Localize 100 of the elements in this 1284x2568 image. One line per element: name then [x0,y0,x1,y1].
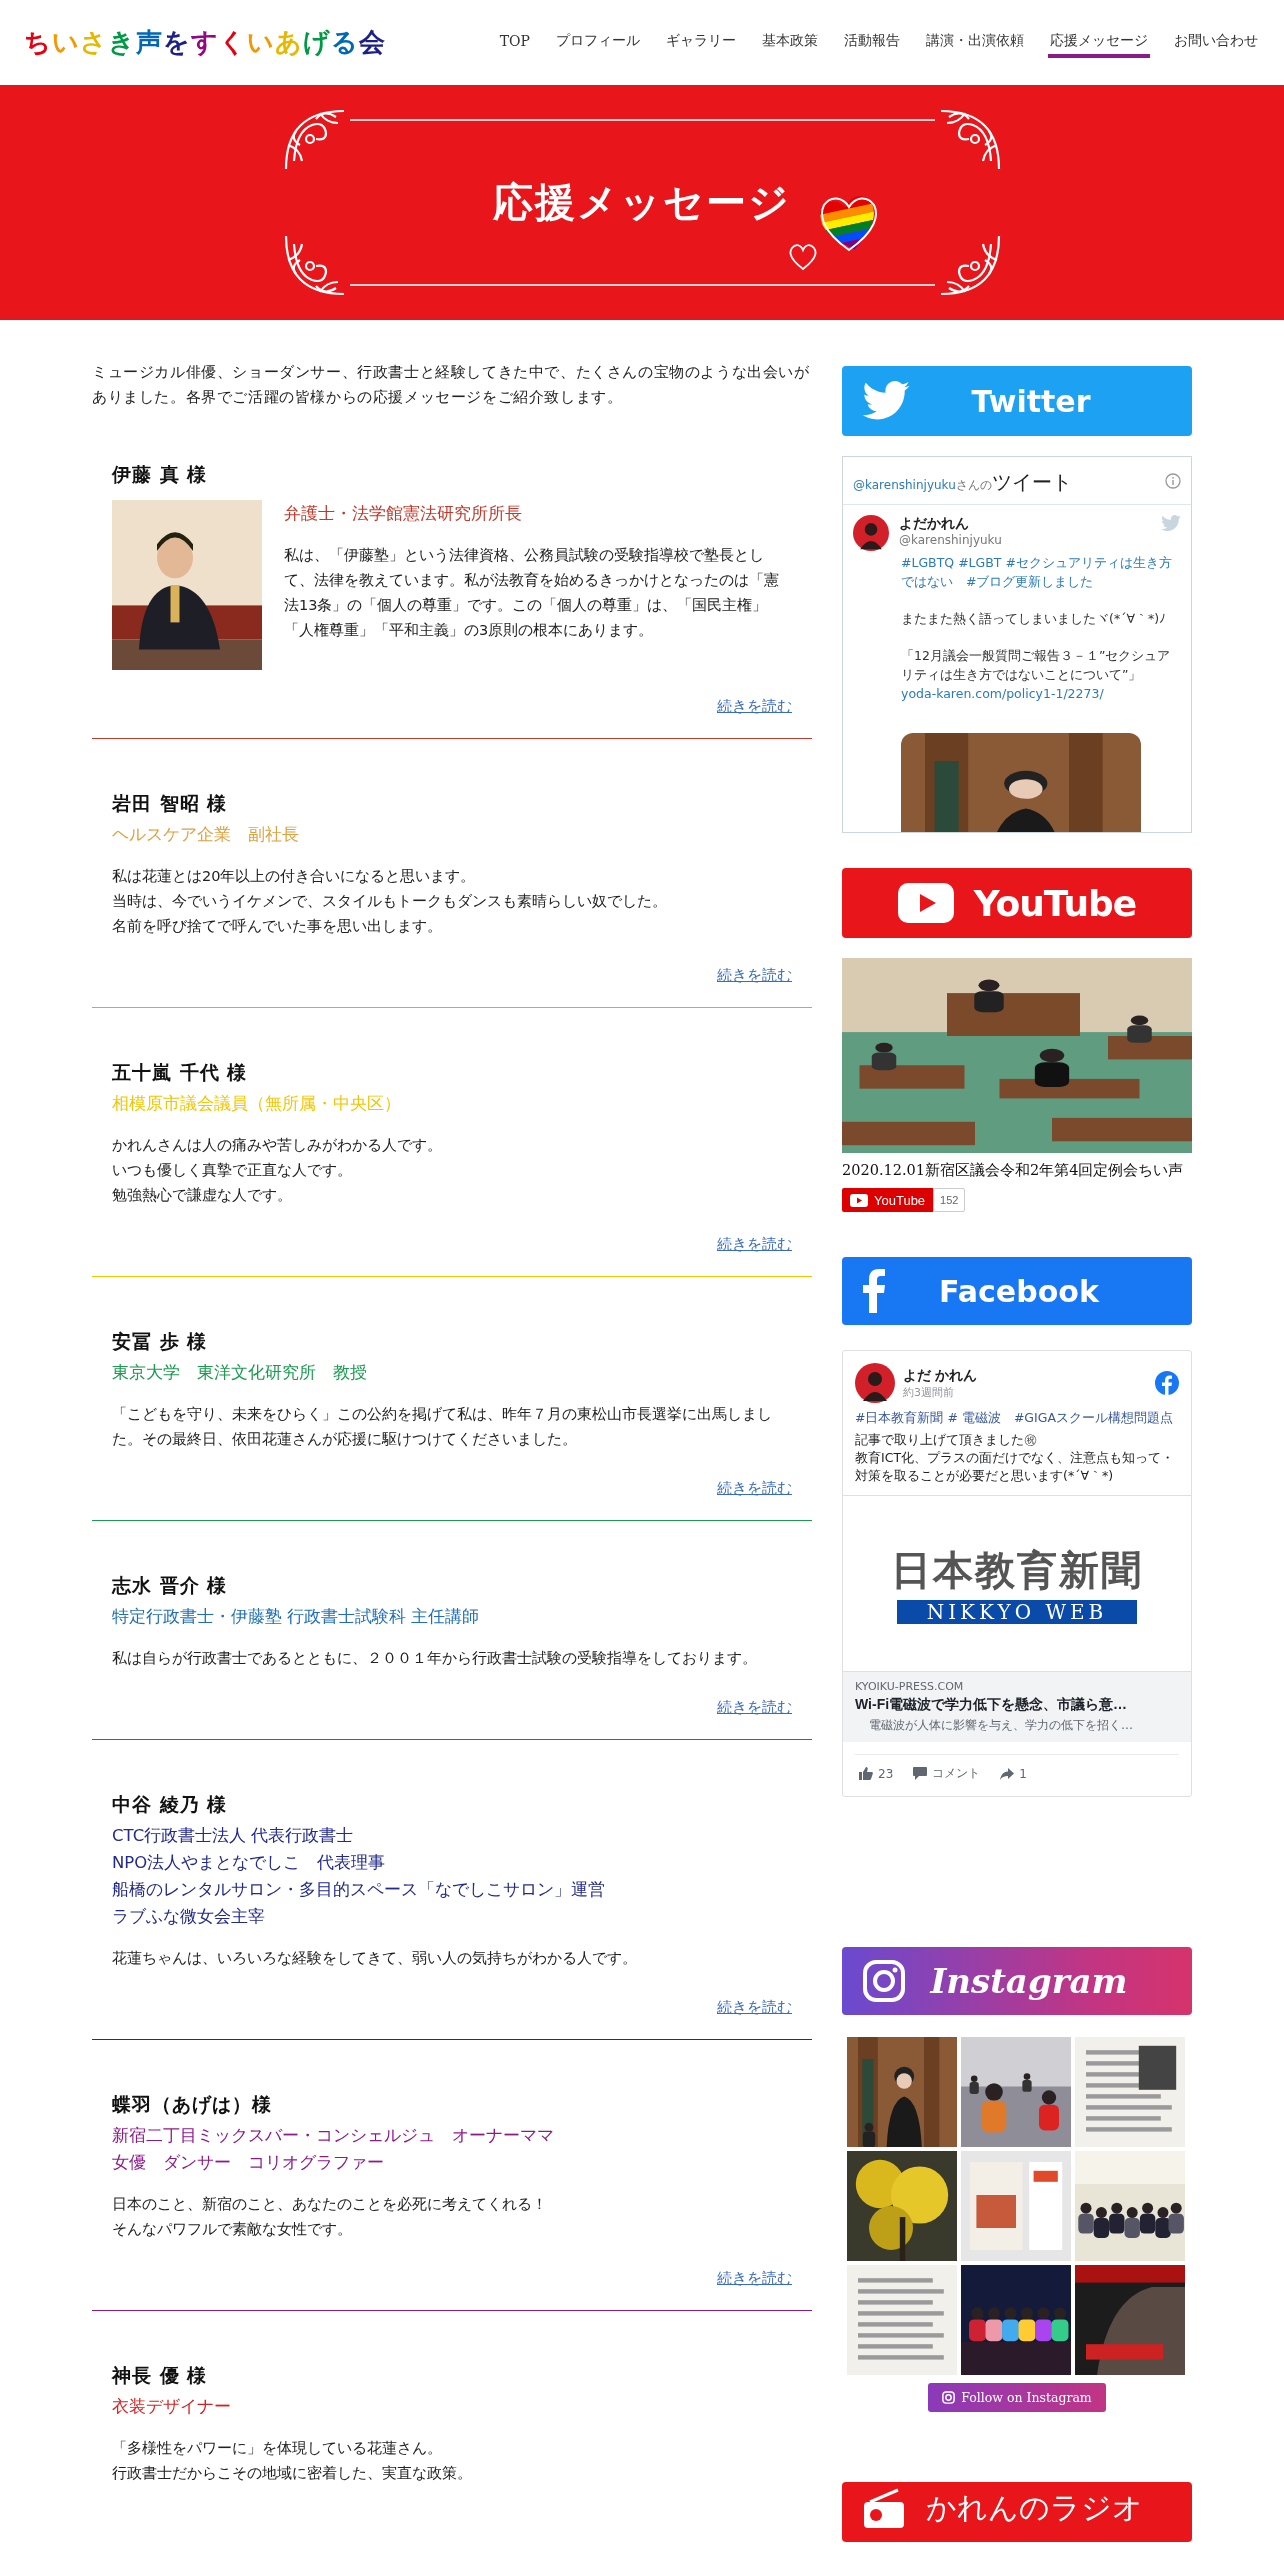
post-time: 約3週間前 [903,1384,955,1400]
nav-link[interactable]: 応援メッセージ [1048,27,1150,58]
message-text: 行政書士だからこその地域に密着した、実直な政策。 [112,2464,473,2483]
read-more-link[interactable]: 続きを読む [717,2270,792,2286]
read-more-link[interactable]: 続きを読む [717,967,792,983]
message-text: 当時は、今でいうイケメンで、スタイルもトークもダンスも素晴らしい奴でした。 [112,892,668,911]
person-title: CTC行政書士法人 代表行政書士 [112,1825,355,1847]
banner-label: Twitter [970,383,1092,419]
link-headline: Wi-Fi電磁波で学力低下を懸念、市議ら意… [855,1696,1129,1714]
camera-icon [862,1959,906,2003]
radio-icon [862,2488,906,2528]
nav-link[interactable]: ギャラリー [664,27,738,58]
message-text: 「こどもを守り、未来をひらく」この公約を掲げて私は、昨年７月の東松山市長選挙に出馬しました。その最終日、依田花蓮さんが応援に駆けつけてくださいました。 [112,1405,773,1449]
speech-bubble-icon [913,1767,928,1780]
banner-label: Instagram [928,1961,1129,2001]
hashtag-text[interactable]: #LGBTQ #LGBT #セクシュアリティは生き方ではない #ブログ更新しました [901,553,1181,591]
camera-icon [942,2391,956,2404]
person-name: 神長 優 様 [112,2363,209,2388]
message-text: 私は、「伊藤塾」という法律資格、公務員試験の受験指導校で塾長として、法律を教えています。私が法教育を始めるきっかけとなったのは「憲法13条」の「個人の尊重」です。この「個人の尊重」は、「国民主権」「人権尊重」「平和主義」の3原則の根本にあります。 [284,546,780,640]
like-button[interactable]: 23 [859,1766,894,1781]
share-button[interactable]: 1 [1000,1766,1027,1781]
nav-link[interactable]: TOP [497,28,532,57]
person-title: 相模原市議会議員（無所属・中央区） [112,1093,402,1115]
banner-label: Facebook [938,1273,1100,1309]
page-title: 応援メッセージ [493,178,791,227]
tweet-text: 「12月議会一般質問ご報告３－１”セクシュアリティは生き方ではないことについて”」 [901,647,1172,684]
info-icon[interactable] [1165,473,1181,489]
author-name: よだかれん [899,515,970,533]
author-name: よだ かれん [903,1366,978,1385]
person-title: 衣装デザイナー [112,2396,232,2418]
subscriber-count: 152 [933,1188,966,1212]
instagram-banner[interactable]: Instagram [842,1947,1192,2015]
person-name: 岩田 智昭 様 [112,791,229,816]
person-title: 東京大学 東洋文化研究所 教授 [112,1362,368,1384]
nav-link[interactable]: お問い合わせ [1172,27,1260,58]
read-more-link[interactable]: 続きを読む [717,1236,792,1252]
message-text: 花蓮ちゃんは、いろいろな経験をしてきて、弱い人の気持ちがわかる人です。 [112,1949,638,1968]
subscribe-button[interactable]: YouTube [842,1188,934,1212]
site-logo[interactable]: ち い さ き 声をす く いあげる会 [24,25,386,60]
thumbs-up-icon [859,1767,873,1780]
banner-label: YouTube [973,882,1137,924]
news-logo-subtitle: NIKKYO WEB [897,1600,1137,1624]
nav-link[interactable]: 基本政策 [760,27,820,58]
link-description: 電磁波が人体に影響を与え、学力の低下を招く… [868,1717,1134,1734]
person-name: 安冨 歩 様 [112,1329,209,1354]
avatar-icon [853,515,889,551]
nav-link[interactable]: 講演・出演依頼 [924,27,1026,58]
post-text: 教育ICT化、プラスの面だけでなく、注意点も知って・対策を取ることが必要だと思います(*´∀｀*) [855,1449,1176,1485]
post-text: 記事で取り上げて頂きました㊗ [855,1431,1038,1449]
message-text: 私は花蓮とは20年以上の付き合いになると思います。 [112,867,477,886]
video-title[interactable]: 2020.12.01新宿区議会令和2年第4回定例会ちい声 [842,1161,1192,1180]
person-name: 五十嵐 千代 様 [112,1060,249,1085]
person-title: 船橋のレンタルサロン・多目的スペース「なでしこサロン」運営 [112,1879,606,1901]
read-more-link[interactable]: 続きを読む [717,1699,792,1715]
message-text: そんなパワフルで素敵な女性です。 [112,2220,353,2239]
person-name: 蝶羽（あげは）様 [112,2092,273,2117]
read-more-link[interactable]: 続きを読む [717,698,792,714]
youtube-banner[interactable]: YouTube [842,868,1192,938]
person-title: ヘルスケア企業 副社長 [112,824,300,846]
message-text: 「多様性をパワーに」を体現している花蓮さん。 [112,2439,443,2458]
comment-button[interactable]: コメント [913,1765,981,1782]
person-title: 女優 ダンサー コリオグラファー [112,2152,385,2174]
facebook-icon [1155,1371,1179,1395]
handle-suffix: さんの [955,478,992,494]
link-domain: KYOIKU-PRESS.COM [855,1680,965,1693]
message-text: 日本のこと、新宿のこと、あなたのことを必死に考えてくれる！ [112,2195,548,2214]
tweet-link[interactable]: yoda-karen.com/policy1-1/2273/ [901,684,1181,703]
nav-link[interactable]: 活動報告 [842,27,902,58]
read-more-link[interactable]: 続きを読む [717,1999,792,2015]
radio-banner[interactable]: かれんのラジオ [842,2482,1192,2542]
play-icon [850,1193,868,1207]
handle-link[interactable]: @karenshinjyuku [853,478,956,492]
person-name: 中谷 綾乃 様 [112,1792,229,1817]
person-name: 志水 晋介 様 [112,1573,229,1598]
message-text: 勉強熱心で謙虚な人です。 [112,1186,293,1205]
intro-text: ミュージカル俳優、ショーダンサー、行政書士と経験してきた中で、たくさんの宝物のような出会いがありました。各界でご活躍の皆様からの応援メッセージをご紹介致します。 [92,363,811,407]
message-text: いつも優しく真摯で正直な人です。 [112,1161,353,1180]
message-text: 名前を呼び捨てで呼んでいた事を思い出します。 [112,917,443,936]
facebook-banner[interactable]: Facebook [842,1257,1192,1325]
message-text: 私は自らが行政書士であるとともに、２００１年から行政書士試験の受験指導をしております。 [112,1649,758,1668]
play-icon [897,883,954,923]
bird-icon [1161,515,1181,532]
hashtag-text[interactable]: #日本教育新聞 # 電磁波 #GIGAスクール構想問題点 [855,1409,1179,1427]
follow-button[interactable]: Follow on Instagram [928,2383,1106,2412]
link-preview-image[interactable]: 日本教育新聞 NIKKYO WEB [843,1495,1191,1671]
banner-label: かれんのラジオ [926,2489,1143,2527]
author-handle: @karenshinjyuku [899,533,1003,547]
timeline-heading: ツイート [991,469,1073,496]
news-logo-title: 日本教育新聞 [891,1545,1143,1595]
person-title: 特定行政書士・伊藤塾 行政書士試験科 主任講師 [112,1606,481,1628]
f-logo-icon [862,1269,886,1313]
nav-link[interactable]: プロフィール [554,27,642,58]
read-more-link[interactable]: 続きを読む [717,1480,792,1496]
person-name: 伊藤 真 様 [112,462,209,487]
avatar-icon [855,1363,895,1403]
tweet-text: またまた熱く語ってしまいましたヾ(*´∀｀*)ﾉ [901,610,1168,628]
link-preview[interactable]: KYOIKU-PRESS.COM Wi-Fi電磁波で学力低下を懸念、市議ら意… 電磁波が人体に影響を与え、学力の低下を招く… [843,1671,1191,1742]
person-title: 新宿二丁目ミックスバー・コンシェルジュ オーナーママ [112,2125,555,2147]
share-arrow-icon [1000,1767,1015,1780]
person-title: NPO法人やまとなでしこ 代表理事 [112,1852,387,1874]
